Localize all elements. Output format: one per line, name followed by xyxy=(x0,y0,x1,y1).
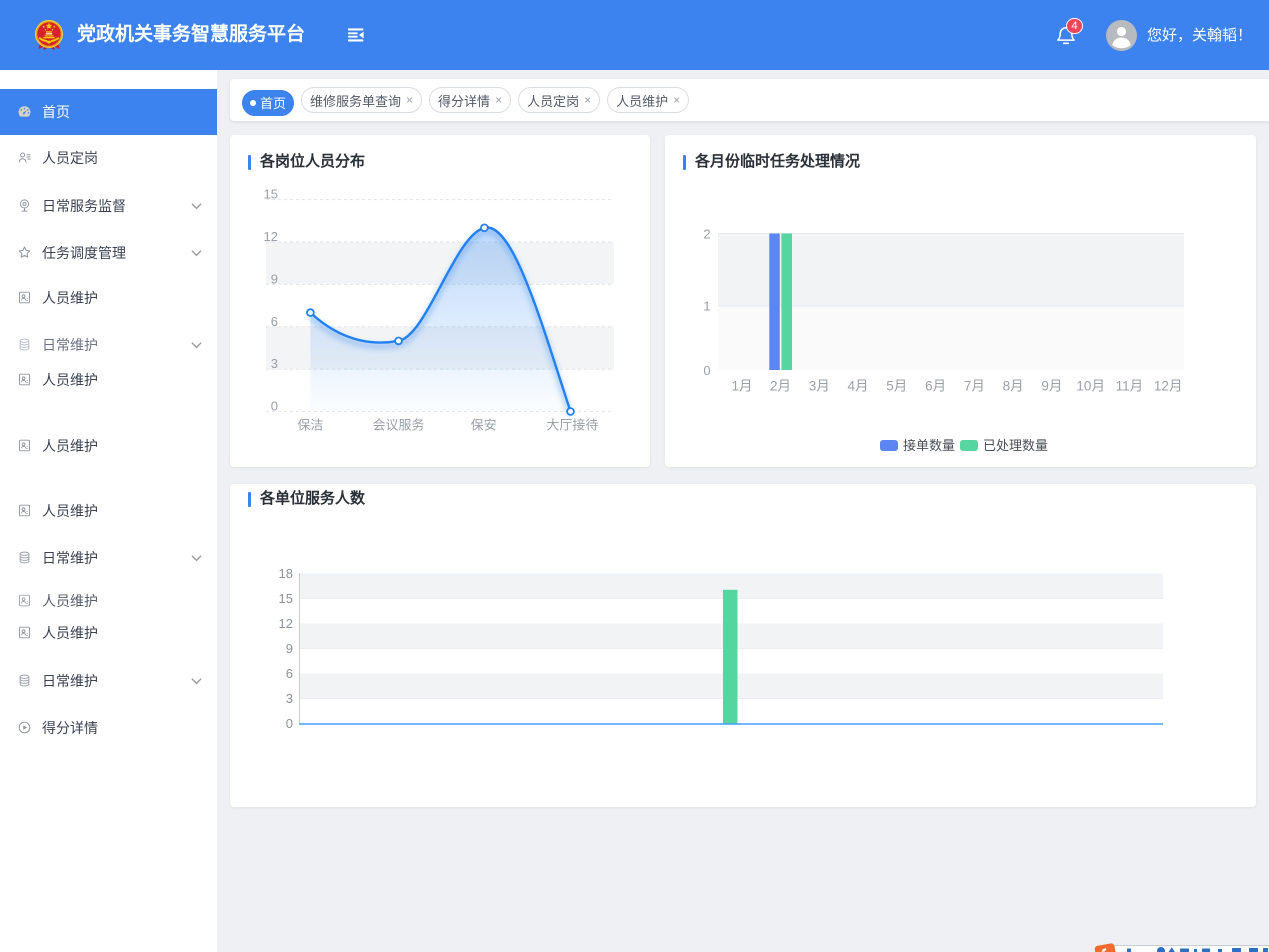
svg-text:7月: 7月 xyxy=(964,378,985,393)
svg-text:接单数量: 接单数量 xyxy=(903,438,955,453)
svg-text:保洁: 保洁 xyxy=(297,417,323,432)
svg-text:6: 6 xyxy=(271,314,278,329)
svg-text:10月: 10月 xyxy=(1076,378,1105,393)
svg-text:15: 15 xyxy=(279,591,293,606)
svg-text:2月: 2月 xyxy=(770,378,791,393)
svg-text:12: 12 xyxy=(279,616,293,631)
svg-text:12: 12 xyxy=(264,229,278,244)
svg-text:15: 15 xyxy=(264,187,278,202)
svg-text:8月: 8月 xyxy=(1003,378,1024,393)
svg-text:9: 9 xyxy=(286,641,293,656)
svg-text:12月: 12月 xyxy=(1154,378,1183,393)
svg-text:6月: 6月 xyxy=(925,378,946,393)
svg-text:3: 3 xyxy=(271,356,278,371)
svg-text:18: 18 xyxy=(279,566,293,581)
svg-text:大厅接待: 大厅接待 xyxy=(546,417,598,432)
svg-text:0: 0 xyxy=(271,399,278,414)
svg-text:会议服务: 会议服务 xyxy=(372,417,424,432)
svg-text:保安: 保安 xyxy=(471,417,497,432)
svg-text:1: 1 xyxy=(703,299,710,314)
svg-text:4月: 4月 xyxy=(847,378,868,393)
svg-text:已处理数量: 已处理数量 xyxy=(983,438,1048,453)
svg-text:9月: 9月 xyxy=(1041,378,1062,393)
svg-text:11月: 11月 xyxy=(1116,378,1144,393)
svg-text:9: 9 xyxy=(271,271,278,286)
svg-text:5月: 5月 xyxy=(886,378,907,393)
svg-text:0: 0 xyxy=(286,716,293,731)
svg-text:0: 0 xyxy=(703,363,710,378)
svg-text:3月: 3月 xyxy=(809,378,830,393)
svg-text:2: 2 xyxy=(703,227,710,242)
svg-text:3: 3 xyxy=(286,691,293,706)
svg-text:1月: 1月 xyxy=(731,378,752,393)
svg-text:6: 6 xyxy=(286,666,293,681)
